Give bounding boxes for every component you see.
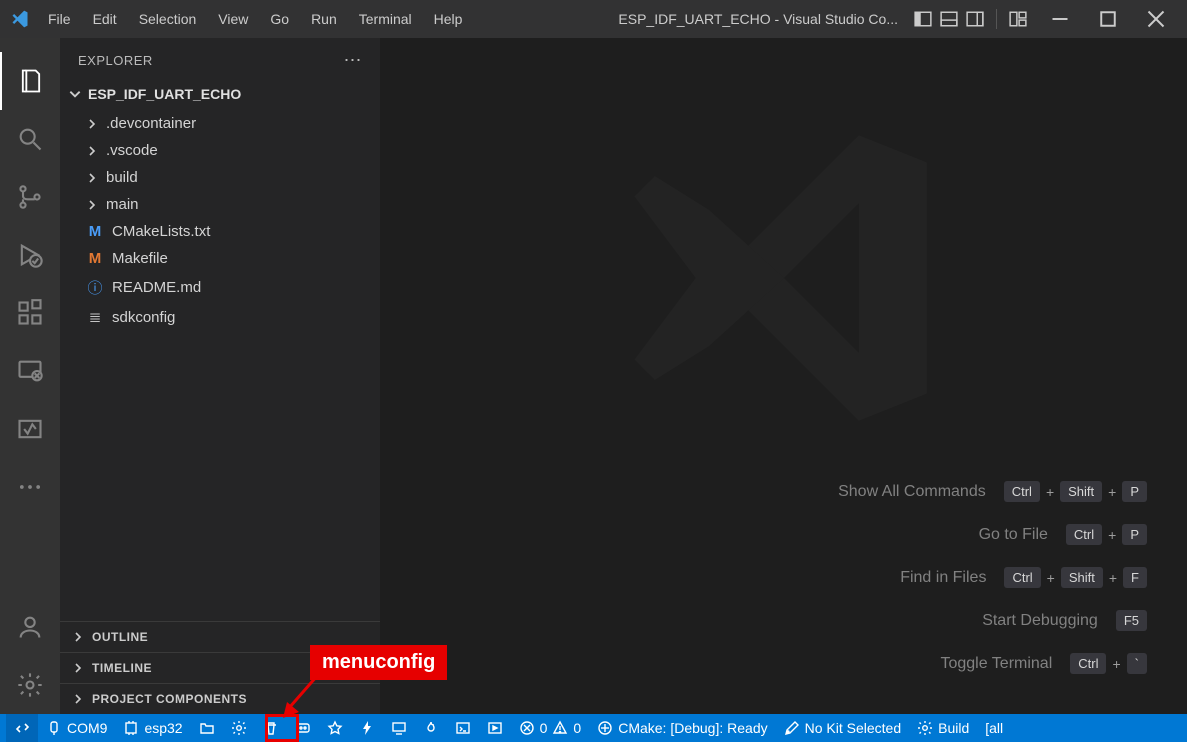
window-controls — [1033, 10, 1187, 28]
editor-area: Show All Commands Ctrl+Shift+P Go to Fil… — [380, 38, 1187, 714]
folder-item[interactable]: build — [60, 164, 380, 191]
status-star-icon[interactable] — [319, 714, 351, 742]
menu-view[interactable]: View — [218, 11, 248, 27]
search-icon[interactable] — [0, 110, 60, 168]
customize-layout-icon[interactable] — [1009, 10, 1027, 28]
file-item[interactable]: ⓘREADME.md — [60, 272, 380, 303]
close-icon[interactable] — [1147, 10, 1165, 28]
config-file-icon: ≣ — [86, 308, 104, 326]
status-errors-warnings[interactable]: 0 0 — [511, 714, 590, 742]
shortcut-label: Go to File — [979, 526, 1048, 544]
status-bar: COM9 esp32 0 0 CMake: [Debug]: Ready No … — [0, 714, 1187, 742]
project-root[interactable]: ESP_IDF_UART_ECHO — [60, 82, 380, 106]
menu-edit[interactable]: Edit — [93, 11, 117, 27]
explorer-sidebar: EXPLORER ⋯ ESP_IDF_UART_ECHO .devcontain… — [60, 38, 380, 714]
sidebar-title: EXPLORER — [78, 53, 153, 68]
status-fire-icon[interactable] — [415, 714, 447, 742]
menu-terminal[interactable]: Terminal — [359, 11, 412, 27]
maximize-icon[interactable] — [1099, 10, 1117, 28]
status-build-text[interactable]: Build — [909, 714, 977, 742]
settings-gear-icon[interactable] — [0, 656, 60, 714]
status-target[interactable]: esp32 — [115, 714, 190, 742]
status-clean-icon[interactable] — [255, 714, 287, 742]
sidebar-more-icon[interactable]: ⋯ — [344, 50, 363, 71]
title-bar: File Edit Selection View Go Run Terminal… — [0, 0, 1187, 38]
more-icon[interactable] — [0, 458, 60, 516]
source-control-icon[interactable] — [0, 168, 60, 226]
vscode-logo-icon — [10, 9, 30, 29]
annotation-label: menuconfig — [310, 645, 447, 680]
status-monitor-icon[interactable] — [383, 714, 415, 742]
vscode-watermark-icon — [614, 108, 954, 453]
status-cmake[interactable]: CMake: [Debug]: Ready — [589, 714, 775, 742]
panel-bottom-icon[interactable] — [940, 10, 958, 28]
status-kit[interactable]: No Kit Selected — [776, 714, 910, 742]
window-title: ESP_IDF_UART_ECHO - Visual Studio Co... — [462, 11, 908, 27]
shortcut-label: Find in Files — [900, 569, 986, 587]
status-build-icon[interactable] — [287, 714, 319, 742]
sidebar-header: EXPLORER ⋯ — [60, 38, 380, 82]
cmake-file-icon: M — [86, 223, 104, 240]
panel-right-icon[interactable] — [966, 10, 984, 28]
status-flash-icon[interactable] — [351, 714, 383, 742]
file-item[interactable]: MCMakeLists.txt — [60, 218, 380, 245]
status-all[interactable]: [all — [977, 714, 1011, 742]
file-tree: .devcontainer .vscode build main MCMakeL… — [60, 106, 380, 335]
status-port[interactable]: COM9 — [38, 714, 115, 742]
menu-bar: File Edit Selection View Go Run Terminal… — [48, 11, 462, 27]
menu-run[interactable]: Run — [311, 11, 337, 27]
shortcut-row: Start Debugging F5 — [982, 610, 1147, 631]
makefile-icon: M — [86, 250, 104, 267]
shortcut-label: Show All Commands — [838, 483, 986, 501]
project-components-section[interactable]: PROJECT COMPONENTS — [60, 683, 380, 714]
file-item[interactable]: ≣sdkconfig — [60, 303, 380, 331]
annotation-arrow-icon — [283, 674, 323, 718]
minimize-icon[interactable] — [1051, 10, 1069, 28]
remote-indicator[interactable] — [6, 714, 38, 742]
menu-go[interactable]: Go — [270, 11, 289, 27]
activity-bar — [0, 38, 60, 714]
shortcut-row: Find in Files Ctrl+Shift+F — [900, 567, 1147, 588]
espressif-icon[interactable] — [0, 400, 60, 458]
explorer-icon[interactable] — [0, 52, 60, 110]
shortcut-label: Toggle Terminal — [940, 655, 1052, 673]
folder-item[interactable]: .vscode — [60, 137, 380, 164]
menu-selection[interactable]: Selection — [139, 11, 197, 27]
shortcut-label: Start Debugging — [982, 612, 1098, 630]
menu-help[interactable]: Help — [434, 11, 463, 27]
shortcut-row: Go to File Ctrl+P — [979, 524, 1147, 545]
panel-left-icon[interactable] — [914, 10, 932, 28]
status-debug-icon[interactable] — [479, 714, 511, 742]
shortcut-row: Toggle Terminal Ctrl+` — [940, 653, 1147, 674]
menu-file[interactable]: File — [48, 11, 71, 27]
readme-icon: ⓘ — [86, 277, 104, 298]
layout-controls — [908, 9, 1033, 29]
welcome-shortcuts: Show All Commands Ctrl+Shift+P Go to Fil… — [838, 481, 1147, 674]
status-terminal-icon[interactable] — [447, 714, 479, 742]
project-name: ESP_IDF_UART_ECHO — [88, 86, 241, 102]
remote-explorer-icon[interactable] — [0, 342, 60, 400]
run-debug-icon[interactable] — [0, 226, 60, 284]
extensions-icon[interactable] — [0, 284, 60, 342]
status-folder-icon[interactable] — [191, 714, 223, 742]
status-menuconfig-icon[interactable] — [223, 714, 255, 742]
folder-item[interactable]: main — [60, 191, 380, 218]
shortcut-row: Show All Commands Ctrl+Shift+P — [838, 481, 1147, 502]
file-item[interactable]: MMakefile — [60, 245, 380, 272]
folder-item[interactable]: .devcontainer — [60, 110, 380, 137]
accounts-icon[interactable] — [0, 598, 60, 656]
